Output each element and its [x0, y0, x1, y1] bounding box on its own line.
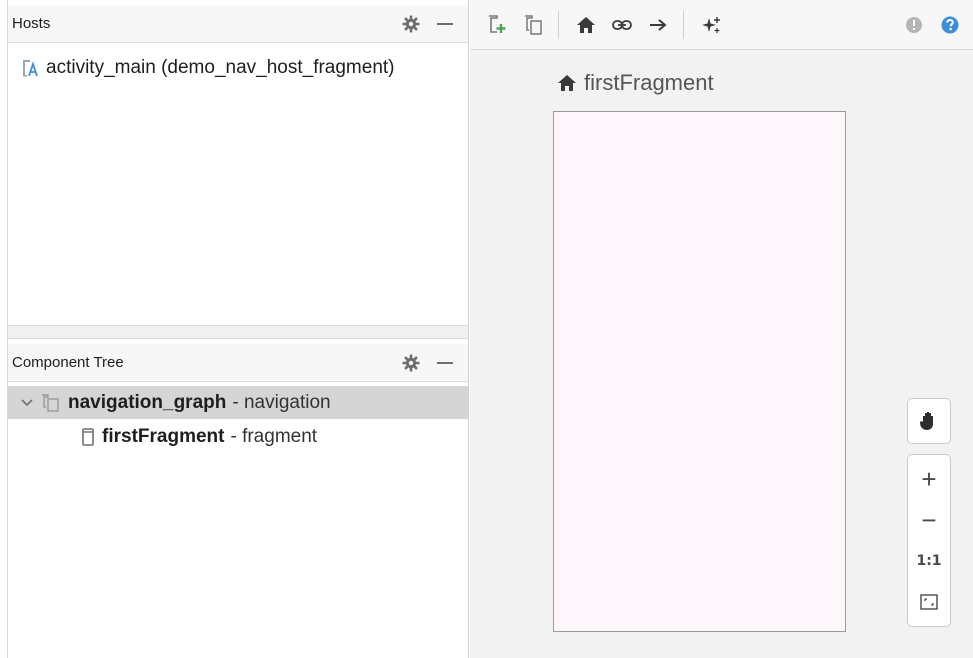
- start-destination-label: firstFragment: [556, 70, 714, 96]
- fragment-destination-preview[interactable]: [553, 111, 846, 632]
- hosts-minimize-icon[interactable]: [434, 13, 456, 35]
- start-destination-name: firstFragment: [584, 70, 714, 95]
- tree-row-navigation-graph[interactable]: navigation_graph - navigation: [8, 386, 468, 419]
- home-icon: [558, 75, 576, 91]
- zoom-actual-size-button[interactable]: 1:1: [912, 544, 946, 578]
- design-toolbar: [470, 0, 973, 50]
- zoom-controls: + − 1:1: [907, 454, 951, 627]
- tree-row-first-fragment-name: firstFragment: [102, 425, 225, 447]
- pan-control: [907, 398, 951, 444]
- fragment-icon: [82, 427, 94, 446]
- tree-row-first-fragment-type: - fragment: [230, 425, 318, 447]
- component-tree-header: Component Tree: [8, 344, 468, 382]
- tree-minimize-icon[interactable]: [434, 352, 456, 374]
- left-pane: Hosts activity_main (demo_nav_host_fragm…: [0, 0, 469, 658]
- new-destination-icon[interactable]: [484, 12, 510, 38]
- toolbar-separator: [558, 10, 559, 39]
- link-icon[interactable]: [609, 12, 635, 38]
- host-item-label: activity_main (demo_nav_host_fragment): [46, 57, 395, 78]
- pan-hand-icon[interactable]: [912, 404, 946, 438]
- action-arrow-icon[interactable]: [645, 12, 671, 38]
- zoom-out-button[interactable]: −: [912, 503, 946, 537]
- zoom-to-fit-icon[interactable]: [912, 585, 946, 619]
- component-tree-title: Component Tree: [12, 354, 124, 371]
- nested-graph-icon[interactable]: [520, 12, 546, 38]
- hosts-title: Hosts: [12, 15, 51, 32]
- chevron-down-icon[interactable]: [20, 396, 34, 410]
- layout-file-icon: [23, 60, 38, 77]
- tree-gear-icon[interactable]: [400, 352, 422, 374]
- tree-row-navigation-graph-type: - navigation: [232, 391, 331, 413]
- home-icon[interactable]: [573, 12, 599, 38]
- host-item[interactable]: activity_main (demo_nav_host_fragment): [20, 57, 395, 79]
- help-icon[interactable]: [937, 12, 963, 38]
- auto-arrange-icon[interactable]: [698, 12, 724, 38]
- tree-row-navigation-graph-name: navigation_graph: [68, 391, 227, 413]
- tree-row-first-fragment[interactable]: firstFragment - fragment: [8, 420, 468, 453]
- panel-splitter[interactable]: [8, 325, 468, 339]
- zoom-in-button[interactable]: +: [912, 462, 946, 496]
- design-surface-pane: firstFragment + − 1:1: [470, 0, 973, 658]
- hosts-header: Hosts: [8, 5, 468, 43]
- hosts-gear-icon[interactable]: [400, 13, 422, 35]
- warning-icon[interactable]: [901, 12, 927, 38]
- nested-graph-icon: [42, 393, 59, 412]
- toolbar-separator-2: [683, 10, 684, 39]
